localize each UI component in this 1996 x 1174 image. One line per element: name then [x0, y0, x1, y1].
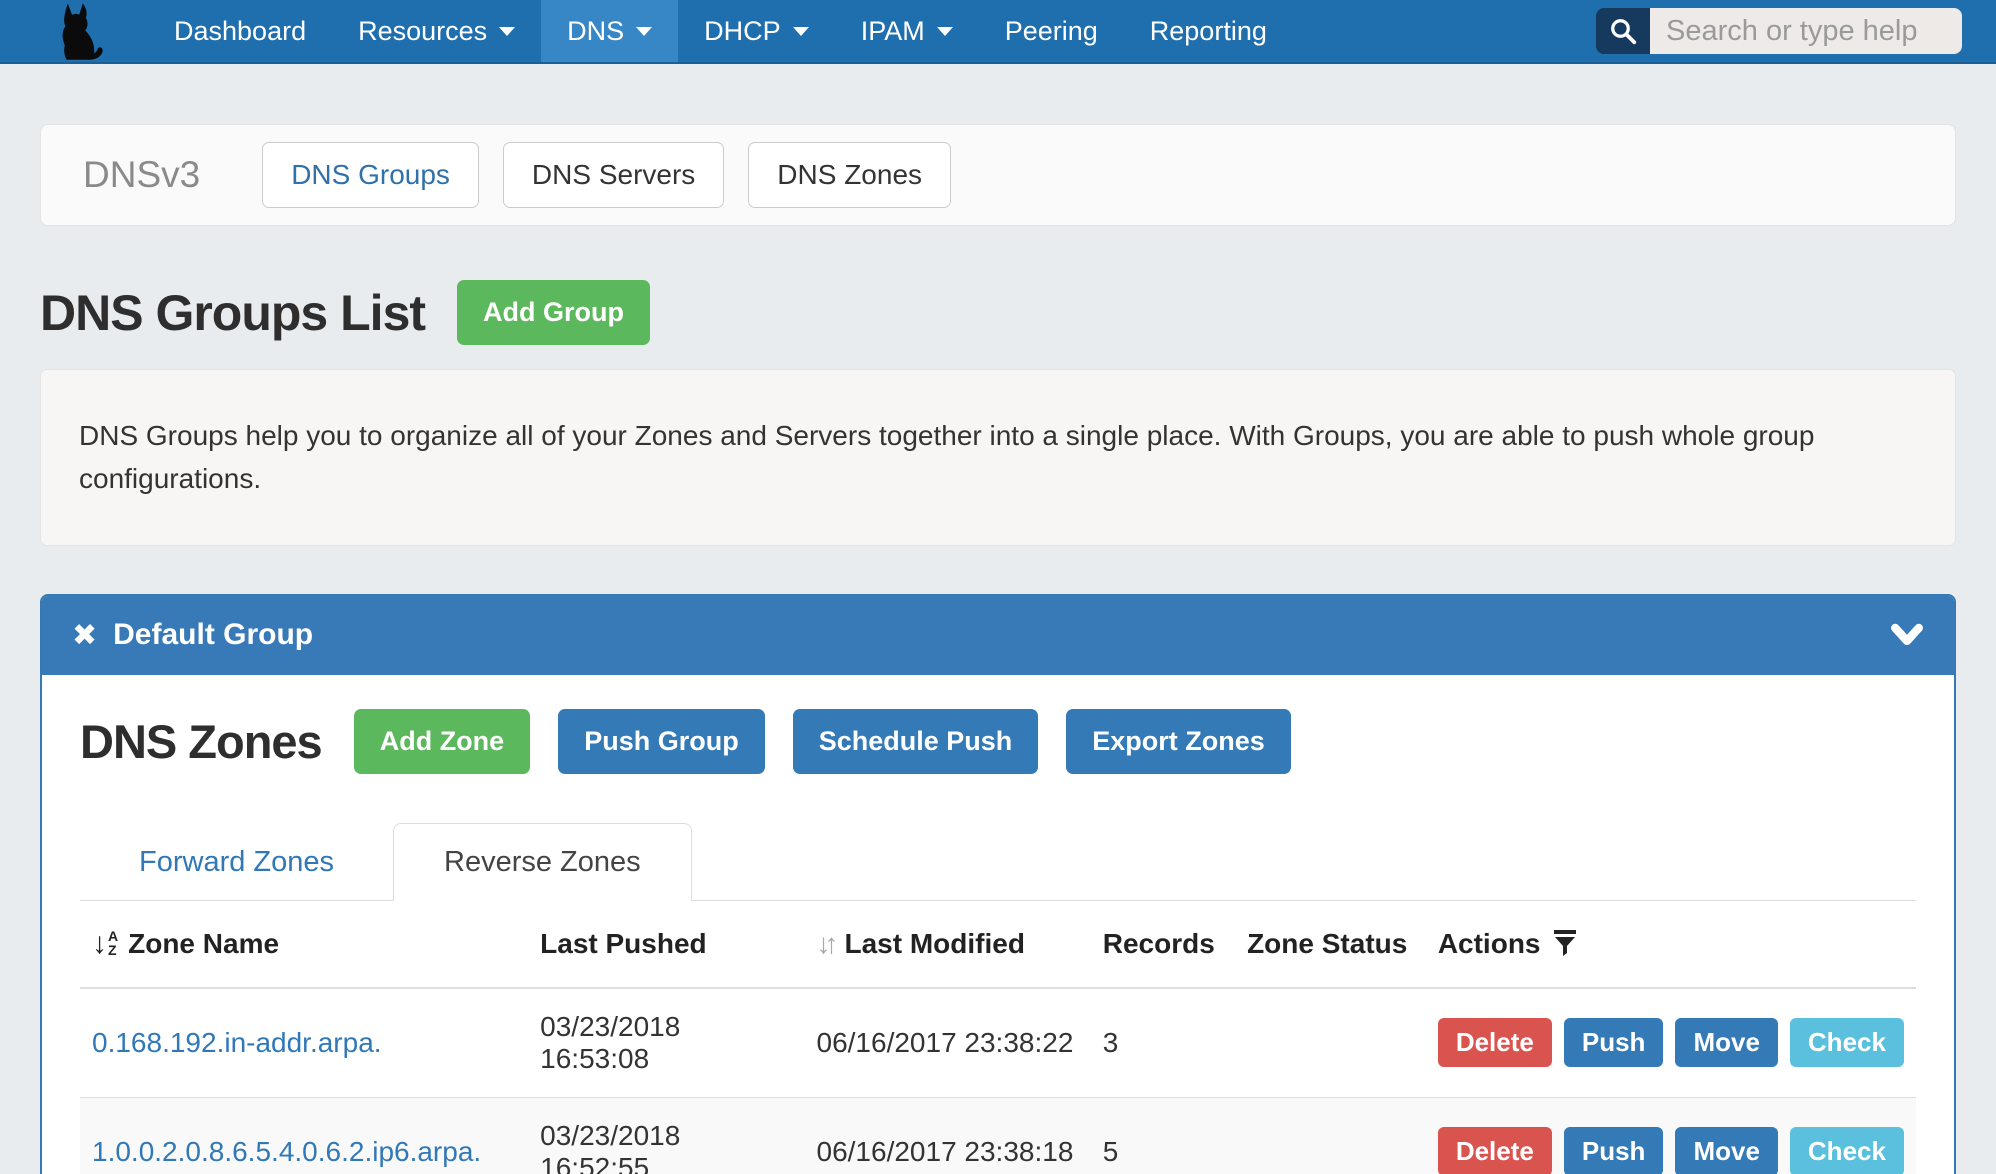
groups-description: DNS Groups help you to organize all of y… [40, 369, 1956, 546]
last-modified-cell: 06/16/2017 23:38:18 [805, 1097, 1091, 1174]
check-button[interactable]: Check [1790, 1018, 1904, 1067]
header-label: Records [1103, 928, 1215, 959]
push-group-button[interactable]: Push Group [558, 709, 765, 774]
tab-forward-zones[interactable]: Forward Zones [94, 823, 379, 901]
delete-button[interactable]: Delete [1438, 1018, 1552, 1067]
push-button[interactable]: Push [1564, 1127, 1664, 1174]
zone-row: 1.0.0.2.0.8.6.5.4.0.6.2.ip6.arpa. 03/23/… [80, 1097, 1916, 1174]
last-pushed-cell: 03/23/2018 16:53:08 [528, 988, 804, 1098]
delete-button[interactable]: Delete [1438, 1127, 1552, 1174]
zones-table: ↓AZ Zone Name Last Pushed ↓↑ Last Modified… [80, 901, 1916, 1174]
group-title: Default Group [113, 618, 313, 652]
move-button[interactable]: Move [1675, 1018, 1777, 1067]
check-button[interactable]: Check [1790, 1127, 1904, 1174]
dns-version-label: DNSv3 [83, 154, 200, 196]
nav-item-ipam[interactable]: IPAM [835, 0, 979, 62]
dns-servers-button[interactable]: DNS Servers [503, 142, 724, 208]
sort-alpha-icon[interactable]: ↓AZ [92, 927, 118, 961]
page-title: DNS Groups List [40, 284, 425, 342]
zones-toolbar: DNS Zones Add Zone Push Group Schedule P… [80, 709, 1916, 774]
zone-link[interactable]: 0.168.192.in-addr.arpa. [92, 1027, 382, 1058]
nav-label: DNS [567, 16, 624, 47]
header-label: Zone Name [128, 928, 279, 959]
nav-item-dashboard[interactable]: Dashboard [148, 0, 332, 62]
caret-down-icon [937, 27, 953, 36]
filter-icon[interactable] [1553, 930, 1577, 956]
header-label: Zone Status [1247, 928, 1407, 959]
row-actions: Delete Push Move Check [1438, 1018, 1904, 1067]
nav-item-resources[interactable]: Resources [332, 0, 541, 62]
dns-groups-button[interactable]: DNS Groups [262, 142, 479, 208]
header-label: Last Pushed [540, 928, 706, 959]
caret-down-icon [793, 27, 809, 36]
export-zones-button[interactable]: Export Zones [1066, 709, 1291, 774]
remove-group-icon[interactable]: ✖ [72, 618, 97, 653]
last-modified-cell: 06/16/2017 23:38:22 [805, 988, 1091, 1098]
schedule-push-button[interactable]: Schedule Push [793, 709, 1039, 774]
nav-label: Reporting [1150, 16, 1267, 47]
nav-label: Peering [1005, 16, 1098, 47]
nav-label: Dashboard [174, 16, 306, 47]
add-zone-button[interactable]: Add Zone [354, 709, 530, 774]
search-icon [1608, 16, 1638, 46]
move-button[interactable]: Move [1675, 1127, 1777, 1174]
push-button[interactable]: Push [1564, 1018, 1664, 1067]
header-last-modified[interactable]: ↓↑ Last Modified [805, 901, 1091, 988]
header-label: Actions [1438, 928, 1541, 959]
nav-item-dns[interactable]: DNS [541, 0, 678, 62]
global-search [1596, 8, 1962, 54]
row-actions: Delete Push Move Check [1438, 1127, 1904, 1174]
zones-heading: DNS Zones [80, 714, 322, 769]
zone-link[interactable]: 1.0.0.2.0.8.6.5.4.0.6.2.ip6.arpa. [92, 1136, 481, 1167]
group-panel-body: DNS Zones Add Zone Push Group Schedule P… [42, 675, 1954, 1174]
add-group-button[interactable]: Add Group [457, 280, 650, 345]
header-records[interactable]: Records [1091, 901, 1235, 988]
dns-subnav: DNSv3 DNS Groups DNS Servers DNS Zones [40, 124, 1956, 226]
zone-status-cell [1235, 988, 1426, 1098]
cat-logo-icon[interactable] [36, 1, 120, 61]
group-panel-header[interactable]: ✖ Default Group [42, 596, 1954, 675]
header-last-pushed[interactable]: Last Pushed [528, 901, 804, 988]
title-row: DNS Groups List Add Group [40, 280, 1956, 345]
nav-item-peering[interactable]: Peering [979, 0, 1124, 62]
header-actions: Actions [1426, 901, 1916, 988]
sort-icon[interactable]: ↓↑ [817, 928, 833, 959]
last-pushed-cell: 03/23/2018 16:52:55 [528, 1097, 804, 1174]
zone-row: 0.168.192.in-addr.arpa. 03/23/2018 16:53… [80, 988, 1916, 1098]
caret-down-icon [636, 27, 652, 36]
caret-down-icon [499, 27, 515, 36]
top-navbar: Dashboard Resources DNS DHCP IPAM Peerin… [0, 0, 1996, 64]
header-zone-name[interactable]: ↓AZ Zone Name [80, 901, 528, 988]
nav-label: DHCP [704, 16, 781, 47]
search-input[interactable] [1650, 8, 1962, 54]
search-button[interactable] [1596, 8, 1650, 54]
header-zone-status[interactable]: Zone Status [1235, 901, 1426, 988]
main-menu: Dashboard Resources DNS DHCP IPAM Peerin… [148, 0, 1293, 62]
dns-zones-button[interactable]: DNS Zones [748, 142, 951, 208]
zones-tabs: Forward Zones Reverse Zones [80, 822, 1916, 901]
tab-reverse-zones[interactable]: Reverse Zones [393, 823, 692, 901]
collapse-chevron-icon[interactable] [1890, 622, 1924, 648]
default-group-panel: ✖ Default Group DNS Zones Add Zone Push … [40, 594, 1956, 1174]
nav-item-reporting[interactable]: Reporting [1124, 0, 1293, 62]
zone-status-cell [1235, 1097, 1426, 1174]
records-cell: 3 [1091, 988, 1235, 1098]
records-cell: 5 [1091, 1097, 1235, 1174]
nav-label: IPAM [861, 16, 925, 47]
table-header-row: ↓AZ Zone Name Last Pushed ↓↑ Last Modified… [80, 901, 1916, 988]
nav-label: Resources [358, 16, 487, 47]
nav-item-dhcp[interactable]: DHCP [678, 0, 835, 62]
header-label: Last Modified [845, 928, 1025, 959]
